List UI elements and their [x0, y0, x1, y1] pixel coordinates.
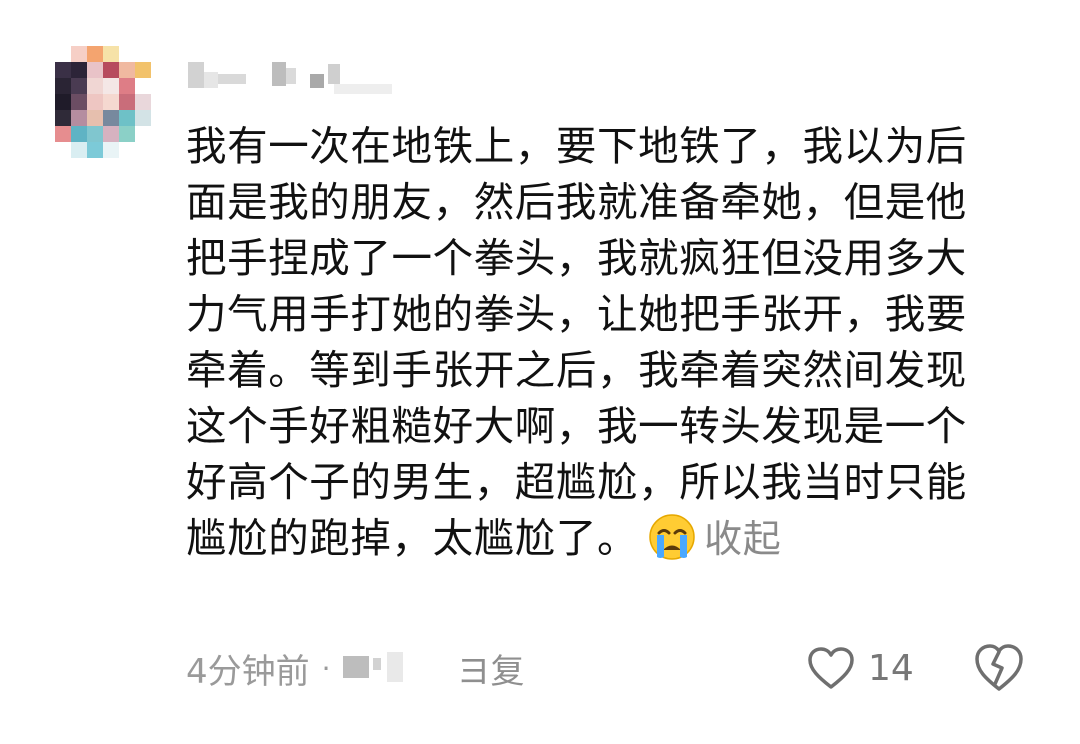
username-obscured[interactable]	[188, 58, 398, 94]
collapse-link[interactable]: 收起	[704, 517, 781, 561]
like-count: 14	[868, 647, 914, 689]
avatar[interactable]	[55, 46, 151, 158]
comment-card: 我有一次在地铁上，要下地铁了，我以为后 面是我的朋友，然后我就准备牵她，但是他 …	[0, 0, 1080, 744]
comment-line: 好高个子的男生，超尴尬，所以我当时只能	[186, 458, 967, 506]
comment-line: 这个手好粗糙好大啊，我一转头发现是一个	[186, 402, 967, 450]
comment-line: 面是我的朋友，然后我就准备牵她，但是他	[186, 178, 967, 226]
heart-icon	[808, 647, 854, 689]
reply-button[interactable]: ヨ复	[457, 644, 525, 693]
like-button[interactable]: 14	[806, 640, 914, 696]
comment-text: 我有一次在地铁上，要下地铁了，我以为后 面是我的朋友，然后我就准备牵她，但是他 …	[186, 118, 1046, 567]
comment-line: 尴尬的跑掉，太尴尬了。	[186, 514, 639, 562]
meta-separator: ·	[321, 651, 331, 685]
location-obscured	[342, 648, 423, 688]
broken-heart-icon[interactable]	[972, 640, 1026, 694]
comment-line: 力气用手打她的拳头，让她把手张开，我要	[186, 290, 967, 338]
comment-line: 把手捏成了一个拳头，我就疯狂但没用多大	[186, 234, 967, 282]
comment-meta: 4分钟前 · ヨ复	[186, 644, 525, 693]
timestamp: 4分钟前	[186, 651, 310, 692]
crying-face-emoji	[649, 514, 695, 560]
comment-line: 我有一次在地铁上，要下地铁了，我以为后	[186, 122, 967, 170]
comment-line: 牵着。等到手张开之后，我牵着突然间发现	[186, 346, 967, 394]
